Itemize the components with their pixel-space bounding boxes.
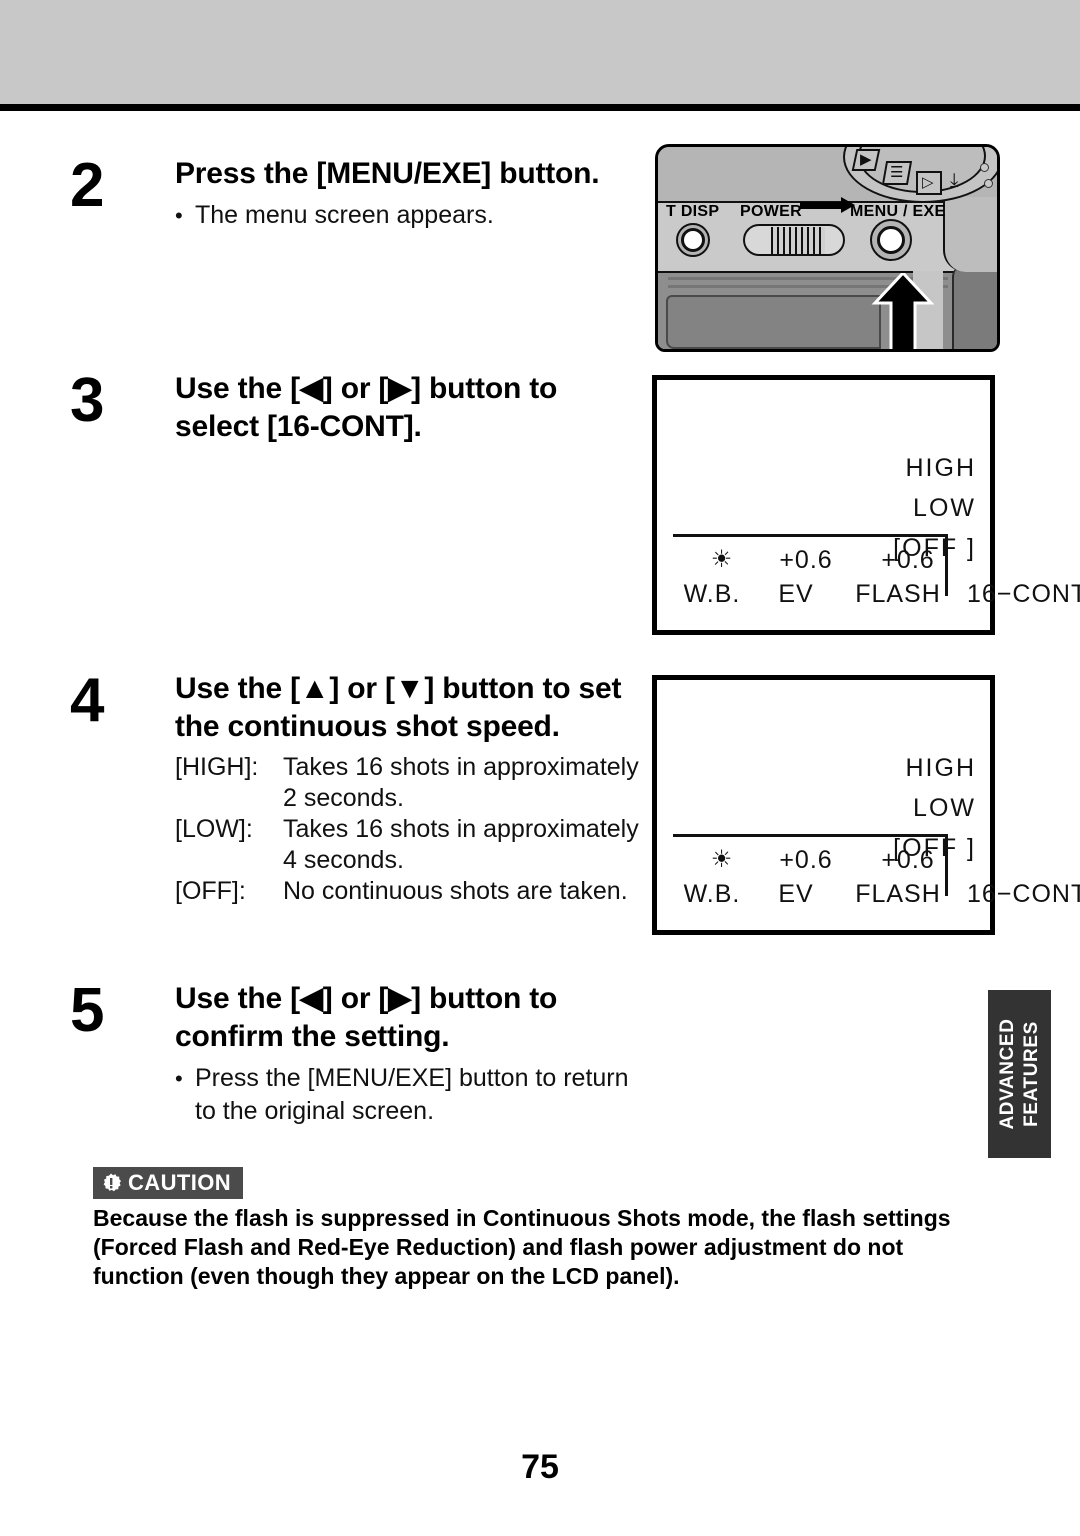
definition-desc-off: No continuous shots are taken.	[283, 877, 628, 905]
disp-button-label: T DISP	[666, 203, 720, 220]
page-number: 75	[521, 1448, 559, 1486]
lcd-value-row: ☀ +0.6 +0.6	[679, 544, 979, 576]
flash-value: +0.6	[881, 546, 935, 574]
definition-row: [LOW]: Takes 16 shots in approximately 4…	[175, 814, 645, 876]
white-balance-label: W.B.	[683, 580, 741, 608]
caution-body-text: Because the flash is suppressed in Conti…	[93, 1205, 951, 1289]
disp-button[interactable]	[681, 228, 705, 252]
camera-lower-panel	[666, 295, 881, 349]
definition-row: [OFF]: No continuous shots are taken.	[175, 876, 645, 907]
review-icon: ▷	[922, 174, 934, 191]
definition-term-off: [OFF]:	[175, 877, 246, 905]
lcd-label-row: W.B. EV FLASH 16−CONT	[669, 878, 1080, 910]
white-balance-sun-icon: ☀	[710, 846, 734, 873]
caution-badge: CAUTION	[93, 1167, 244, 1199]
flash-value: +0.6	[881, 846, 935, 874]
step-2-title: Press the [MENU/EXE] button.	[175, 157, 600, 190]
white-balance-label: W.B.	[683, 880, 741, 908]
step-3-number: 3	[70, 366, 104, 435]
white-balance-sun-icon: ☀	[710, 546, 734, 573]
lcd-status-bar: ☀ +0.6 +0.6 W.B. EV FLASH 16−CONT	[657, 828, 1080, 920]
flash-label: FLASH	[855, 880, 941, 908]
ev-label: EV	[778, 580, 814, 608]
side-tab-line-1: ADVANCED	[996, 1018, 1018, 1130]
cont-label: 16−CONT	[967, 580, 1080, 608]
lcd-option-high[interactable]: HIGH	[893, 748, 976, 788]
callout-up-arrow-icon	[871, 273, 935, 349]
step-5-title: Use the [◀] or [▶] button to confirm the…	[175, 982, 558, 1053]
step-4-number: 4	[70, 666, 104, 735]
section-side-tab: ADVANCED FEATURES	[988, 990, 1051, 1158]
step-5-note-text: Press the [MENU/EXE] button to return to…	[195, 1064, 629, 1125]
lcd-label-row: W.B. EV FLASH 16−CONT	[669, 578, 1080, 610]
lcd-value-row: ☀ +0.6 +0.6	[679, 844, 979, 876]
header-divider-rule	[0, 104, 1080, 111]
bullet-icon: •	[175, 1066, 183, 1091]
lcd-status-bar: ☀ +0.6 +0.6 W.B. EV FLASH 16−CONT	[657, 528, 1080, 620]
play-icon: ▶	[860, 151, 872, 168]
ev-value: +0.6	[779, 846, 833, 874]
power-switch-label: POWER	[740, 203, 802, 220]
lcd-option-high[interactable]: HIGH	[893, 448, 976, 488]
ev-label: EV	[778, 880, 814, 908]
camera-top-illustration: ▶ ☰ ▷ ⤓ T DISP POWER MENU / EXE	[655, 144, 1000, 352]
definition-desc-low: Takes 16 shots in approximately 4 second…	[283, 815, 639, 874]
menu-exe-button-label: MENU / EXE	[850, 203, 946, 220]
lcd-option-low[interactable]: LOW	[893, 488, 976, 528]
lcd-screen-step3: HIGH LOW [OFF ] ☀ +0.6 +0.6 W.B. EV FLAS…	[652, 375, 1080, 635]
step-2-number: 2	[70, 151, 104, 220]
camera-body: ▶ ☰ ▷ ⤓ T DISP POWER MENU / EXE	[655, 144, 1000, 352]
power-direction-arrow-icon	[800, 197, 855, 213]
cont-label: 16−CONT	[967, 880, 1080, 908]
side-tab-line-2: FEATURES	[1020, 1021, 1042, 1127]
definition-desc-high: Takes 16 shots in approximately 2 second…	[283, 753, 639, 812]
power-switch[interactable]	[743, 224, 845, 256]
power-switch-ridges	[771, 227, 825, 254]
lcd-option-low[interactable]: LOW	[893, 788, 976, 828]
step-2-note: • The menu screen appears.	[175, 199, 645, 232]
step-5-note: • Press the [MENU/EXE] button to return …	[175, 1062, 645, 1128]
list-icon: ☰	[890, 164, 904, 181]
section-side-tab-text: ADVANCED FEATURES	[996, 1018, 1044, 1129]
ev-value: +0.6	[779, 546, 833, 574]
speaker-hole-icon	[984, 179, 993, 188]
menu-exe-button[interactable]	[877, 226, 905, 254]
speaker-hole-icon	[980, 163, 989, 172]
definition-row: [HIGH]: Takes 16 shots in approximately …	[175, 752, 645, 814]
step-4-title: Use the [▲] or [▼] button to set the con…	[175, 672, 622, 743]
definition-term-high: [HIGH]:	[175, 753, 259, 781]
continuous-speed-definitions: [HIGH]: Takes 16 shots in approximately …	[175, 752, 645, 907]
caution-badge-label: CAUTION	[128, 1170, 232, 1195]
camera-hand-grip	[952, 265, 997, 349]
record-movie-icon: ⤓	[950, 170, 959, 191]
step-5-number: 5	[70, 976, 104, 1045]
caution-burst-icon	[101, 1173, 121, 1193]
step-3-title: Use the [◀] or [▶] button to select [16-…	[175, 372, 558, 443]
step-2-note-text: The menu screen appears.	[195, 201, 494, 229]
definition-term-low: [LOW]:	[175, 815, 253, 843]
camera-grip-upper	[943, 197, 997, 272]
lcd-screen-step4: HIGH LOW [OFF ] ☀ +0.6 +0.6 W.B. EV FLAS…	[652, 675, 1080, 935]
bullet-icon: •	[175, 203, 183, 228]
page-header-band	[0, 0, 1080, 104]
flash-label: FLASH	[855, 580, 941, 608]
